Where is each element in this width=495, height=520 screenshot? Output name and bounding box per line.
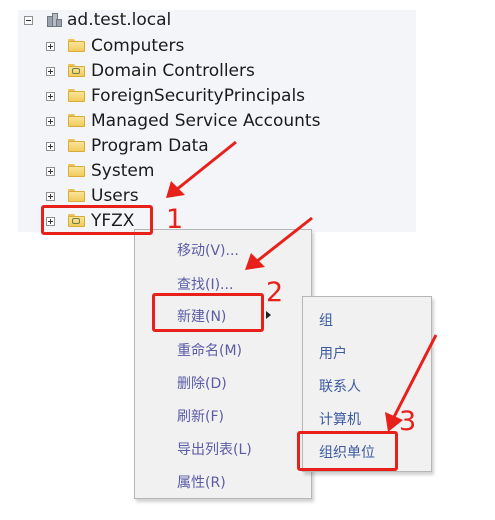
arrow-1 <box>166 140 237 198</box>
arrow-2 <box>245 216 313 270</box>
arrow-3 <box>385 334 438 432</box>
annotation-arrows <box>166 140 438 432</box>
